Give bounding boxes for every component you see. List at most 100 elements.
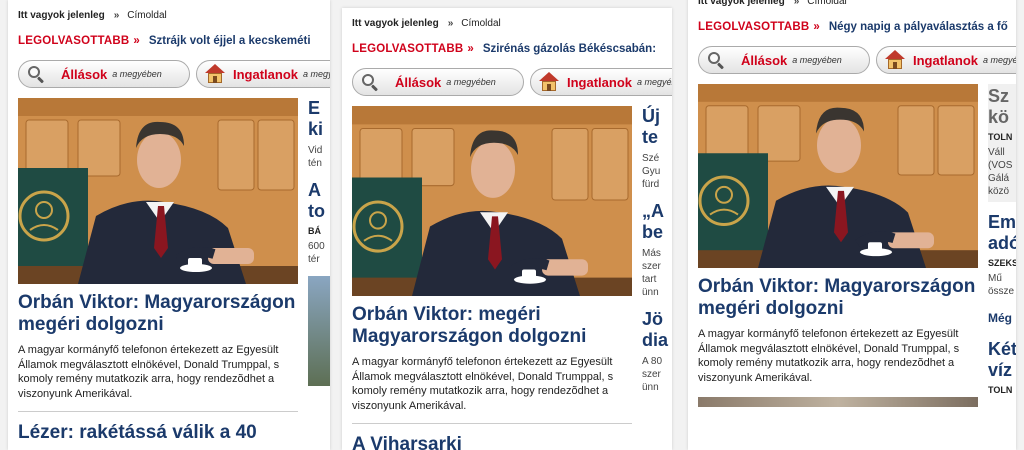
page-snapshot-3: Itt vagyok jelenleg » Címoldal LEGOLVASO… (688, 0, 1016, 450)
side-article-title: Még (988, 311, 1012, 325)
most-read-arrow: » (813, 21, 820, 33)
lead-article-photo-illustration (698, 84, 978, 268)
next-article-photo-strip[interactable] (698, 397, 978, 407)
real-estate-tab-label: Ingatlanok (913, 52, 979, 68)
service-tabs: Állások a megyében Ingatlanok a megyében (18, 60, 330, 90)
jobs-tab-button[interactable]: Állások a megyében (352, 68, 524, 96)
house-icon (539, 72, 559, 92)
most-read-headline-link[interactable]: Sztrájk volt éjjel a kecskeméti (149, 35, 311, 47)
jobs-tab-sublabel: a megyében (446, 77, 496, 87)
most-read-arrow: » (467, 43, 474, 55)
most-read-label: LEGOLVASOTTABB (18, 35, 130, 47)
house-icon (885, 50, 905, 70)
side-article-text: Más szer tart ünn (642, 248, 661, 298)
side-article-text: Szé Gyu fürd (642, 153, 661, 190)
lead-article-photo[interactable] (698, 84, 978, 268)
breadcrumb: Itt vagyok jelenleg » Címoldal (698, 0, 1016, 16)
real-estate-tab-button[interactable]: Ingatlanok a megyében (876, 46, 1016, 74)
breadcrumb-separator: » (113, 9, 120, 21)
breadcrumb-home-link[interactable]: Címoldal (461, 18, 500, 29)
real-estate-tab-label: Ingatlanok (567, 74, 633, 90)
jobs-tab-label: Állások (61, 66, 108, 82)
breadcrumb-location-label: Itt vagyok jelenleg (18, 9, 105, 21)
side-article[interactable]: Még (988, 308, 1016, 329)
article-divider (352, 423, 632, 424)
side-article[interactable]: Jö dia A 80 szer ünn (642, 309, 672, 394)
side-article-text: 600 tér (308, 241, 325, 265)
side-article-title: Új te (642, 106, 660, 147)
most-read-ticker: LEGOLVASOTTABB » Sztrájk volt éjjel a ke… (18, 30, 330, 52)
lead-article-photo[interactable] (352, 106, 632, 296)
side-article-kicker: BÁ (308, 226, 321, 236)
side-article[interactable]: „A be Más szer tart ünn (642, 201, 672, 299)
jobs-tab-sublabel: a megyében (792, 55, 842, 65)
side-article-title: „A be (642, 201, 664, 242)
article-divider (18, 411, 298, 412)
jobs-tab-button[interactable]: Állások a megyében (698, 46, 870, 74)
most-read-label: LEGOLVASOTTABB (352, 43, 464, 55)
lead-article-title-link[interactable]: Orbán Viktor: Magyarországon megéri dolg… (18, 292, 298, 336)
house-icon (205, 64, 225, 84)
lead-article-summary: A magyar kormányfő telefonon értekezett … (352, 356, 614, 412)
breadcrumb-home-link[interactable]: Címoldal (127, 10, 166, 21)
lead-article: Orbán Viktor: Magyarországon megéri dolg… (698, 84, 978, 407)
side-article-text: A 80 szer ünn (642, 356, 663, 393)
jobs-tab-sublabel: a megyében (112, 69, 162, 79)
real-estate-tab-label: Ingatlanok (233, 66, 299, 82)
lead-article-photo-illustration (352, 106, 632, 296)
most-read-headline-link[interactable]: Szirénás gázolás Békéscsabán: (483, 43, 656, 55)
breadcrumb-separator: » (447, 17, 454, 29)
next-article-title-link[interactable]: A Viharsarki (352, 434, 632, 450)
real-estate-tab-sublabel: a megyében (303, 69, 330, 79)
page-snapshot-1: Itt vagyok jelenleg » Címoldal LEGOLVASO… (8, 0, 330, 450)
side-article-title: E ki (308, 98, 324, 139)
lead-article: Orbán Viktor: Magyarországon megéri dolg… (18, 98, 298, 444)
most-read-ticker: LEGOLVASOTTABB » Szirénás gázolás Békésc… (352, 38, 672, 60)
breadcrumb: Itt vagyok jelenleg » Címoldal (352, 8, 672, 38)
jobs-tab-label: Állások (395, 74, 442, 90)
page-snapshot-2: Itt vagyok jelenleg » Címoldal LEGOLVASO… (342, 8, 672, 450)
side-column: Sz kö TOLN Váll (VOS Gálá közö Em adó SZ… (988, 84, 1016, 407)
lead-article: Orbán Viktor: megéri Magyarországon dolg… (352, 106, 632, 450)
side-article-kicker: SZEKS (988, 258, 1016, 268)
most-read-arrow: » (133, 35, 140, 47)
breadcrumb-location-label: Itt vagyok jelenleg (698, 0, 785, 7)
magnifier-icon (707, 51, 725, 70)
side-article[interactable]: Új te Szé Gyu fürd (642, 106, 672, 191)
real-estate-tab-button[interactable]: Ingatlanok a megyében (196, 60, 330, 88)
side-article-title: Sz kö (988, 86, 1010, 127)
real-estate-tab-button[interactable]: Ingatlanok a megyében (530, 68, 672, 96)
side-article-title: A to (308, 180, 325, 221)
side-article[interactable]: E ki Vid tén (308, 98, 330, 170)
most-read-label: LEGOLVASOTTABB (698, 21, 810, 33)
side-article-title: Em adó (988, 212, 1016, 253)
breadcrumb-home-link[interactable]: Címoldal (807, 0, 846, 7)
lead-article-photo[interactable] (18, 98, 298, 284)
lead-article-title-link[interactable]: Orbán Viktor: megéri Magyarországon dolg… (352, 304, 632, 348)
lead-article-photo-illustration (18, 98, 298, 284)
magnifier-icon (27, 65, 45, 84)
jobs-tab-label: Állások (741, 52, 788, 68)
next-article-title-link[interactable]: Lézer: rakétássá válik a 40 (18, 422, 298, 444)
service-tabs: Állások a megyében Ingatlanok a megyében (352, 68, 672, 98)
most-read-ticker: LEGOLVASOTTABB » Négy napig a pályaválas… (698, 16, 1016, 38)
side-article[interactable]: Két víz TOLN (988, 339, 1016, 395)
side-article-title: Két víz (988, 339, 1016, 380)
side-article-photo[interactable] (308, 276, 330, 386)
side-article[interactable]: Sz kö TOLN Váll (VOS Gálá közö (988, 84, 1016, 202)
side-article-title: Jö dia (642, 309, 669, 350)
most-read-headline-link[interactable]: Négy napig a pályaválasztás a fő (829, 21, 1008, 33)
side-article[interactable]: A to BÁ 600 tér (308, 180, 330, 266)
side-column: Új te Szé Gyu fürd „A be Más szer tart ü… (642, 106, 672, 450)
jobs-tab-button[interactable]: Állások a megyében (18, 60, 190, 88)
side-article-kicker: TOLN (988, 132, 1013, 142)
lead-article-title-link[interactable]: Orbán Viktor: Magyarországon megéri dolg… (698, 276, 978, 320)
side-article[interactable]: Em adó SZEKS Mű össze (988, 212, 1016, 298)
side-article-text: Vid tén (308, 145, 323, 169)
real-estate-tab-sublabel: a megyében (983, 55, 1016, 65)
lead-article-summary: A magyar kormányfő telefonon értekezett … (698, 328, 960, 384)
side-article-kicker: TOLN (988, 385, 1013, 395)
breadcrumb-location-label: Itt vagyok jelenleg (352, 17, 439, 29)
service-tabs: Állások a megyében Ingatlanok a megyében (698, 46, 1016, 76)
real-estate-tab-sublabel: a megyében (637, 77, 672, 87)
